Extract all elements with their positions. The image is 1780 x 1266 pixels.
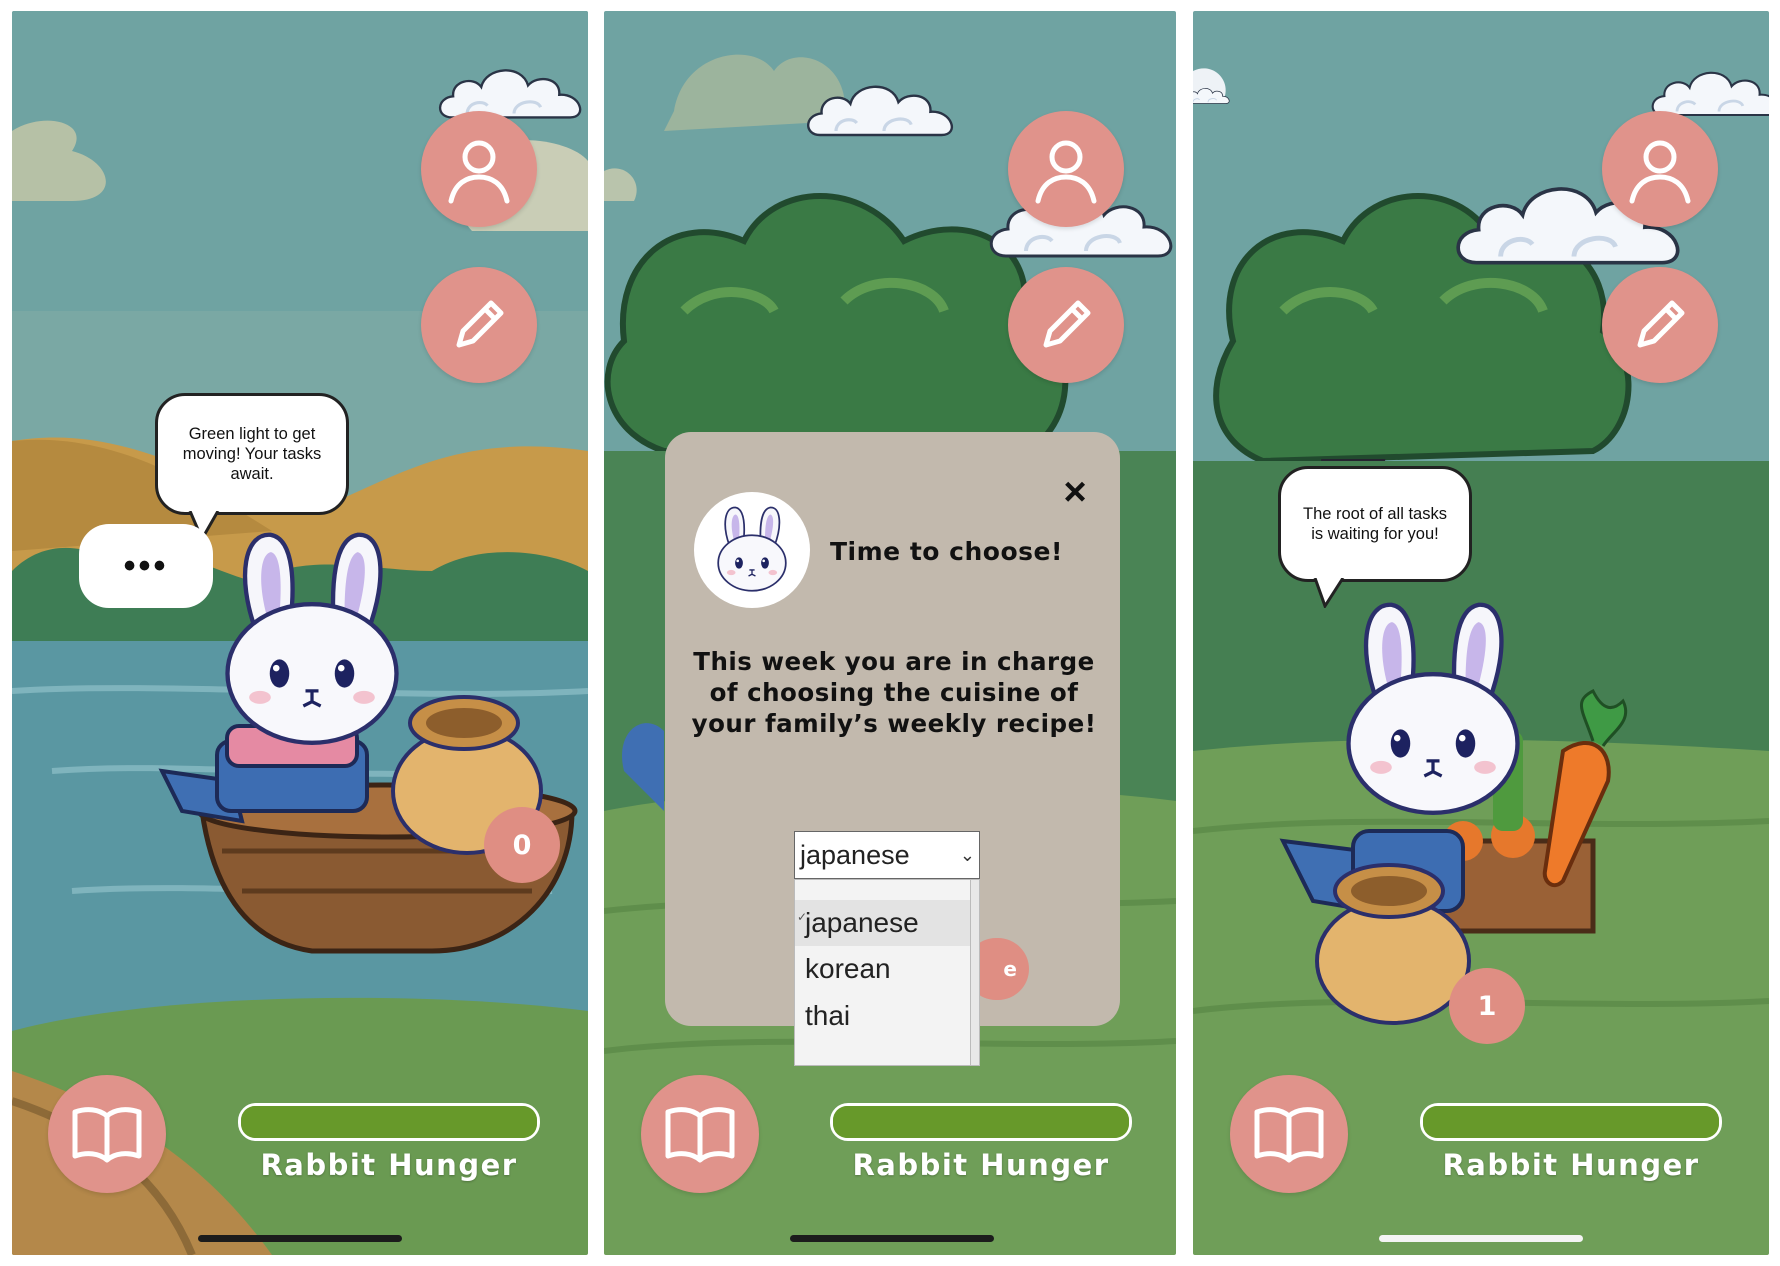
check-icon: ✓ <box>797 910 808 924</box>
cuisine-option-japanese[interactable]: ✓ japanese <box>795 900 973 946</box>
bag-count: 1 <box>1477 990 1497 1022</box>
hunger-bar-fill <box>833 1106 1129 1138</box>
hunger-label: Rabbit Hunger <box>260 1148 518 1182</box>
hunger-bar-fill <box>241 1106 537 1138</box>
user-icon <box>1624 133 1696 205</box>
hunger-bar <box>238 1103 540 1141</box>
screen-1: Green light to get moving! Your tasks aw… <box>12 11 588 1255</box>
close-icon[interactable]: × <box>1055 472 1095 512</box>
dialog-message: This week you are in charge of choosing … <box>691 647 1097 738</box>
journal-button[interactable] <box>641 1075 759 1193</box>
bag-count-badge: 0 <box>484 807 560 883</box>
cuisine-option-label: korean <box>805 953 891 984</box>
hunger-bar-fill <box>1423 1106 1719 1138</box>
screen-3: The root of all tasks is waiting for you… <box>1193 11 1769 1255</box>
confirm-button-label: e <box>1003 957 1017 981</box>
hunger-bar <box>830 1103 1132 1141</box>
hunger-label: Rabbit Hunger <box>1442 1148 1700 1182</box>
speech-text: Green light to get moving! Your tasks aw… <box>182 425 322 483</box>
chevron-down-icon: ⌄ <box>959 845 975 865</box>
book-icon <box>1249 1094 1329 1174</box>
user-icon <box>443 133 515 205</box>
book-icon <box>660 1094 740 1174</box>
dialog-title: Time to choose! <box>830 537 1063 566</box>
book-icon <box>67 1094 147 1174</box>
cuisine-select-value: japanese <box>800 840 910 870</box>
options-scrollbar[interactable] <box>970 880 979 1065</box>
speech-text: The root of all tasks is waiting for you… <box>1303 505 1447 543</box>
profile-button[interactable] <box>421 111 537 227</box>
edit-button[interactable] <box>1008 267 1124 383</box>
bag-count-badge: 1 <box>1449 968 1525 1044</box>
cuisine-option-label: japanese <box>805 907 919 938</box>
home-indicator[interactable] <box>790 1235 994 1242</box>
screen-2: Time to choose! × This week you are in c… <box>604 11 1176 1255</box>
bag-count: 0 <box>512 829 532 861</box>
journal-button[interactable] <box>1230 1075 1348 1193</box>
home-indicator[interactable] <box>198 1235 402 1242</box>
cuisine-select[interactable]: japanese ⌄ <box>794 831 980 879</box>
hunger-label: Rabbit Hunger <box>852 1148 1110 1182</box>
profile-button[interactable] <box>1008 111 1124 227</box>
user-icon <box>1030 133 1102 205</box>
cuisine-option-thai[interactable]: thai <box>795 993 973 1039</box>
profile-button[interactable] <box>1602 111 1718 227</box>
cloud-decoration <box>1193 71 1233 121</box>
speech-bubble-tail <box>1313 578 1345 608</box>
speech-bubble: The root of all tasks is waiting for you… <box>1278 466 1472 582</box>
speech-bubble: Green light to get moving! Your tasks aw… <box>155 393 349 515</box>
bunny-avatar-image <box>708 498 796 602</box>
bunny-avatar <box>694 492 810 608</box>
edit-button[interactable] <box>1602 267 1718 383</box>
thinking-bubble: ••• <box>79 524 213 608</box>
edit-button[interactable] <box>421 267 537 383</box>
cuisine-options-list: ✓ japanese korean thai <box>794 879 980 1066</box>
pencil-icon <box>443 289 515 361</box>
cuisine-option-korean[interactable]: korean <box>795 946 973 992</box>
pencil-icon <box>1030 289 1102 361</box>
home-indicator[interactable] <box>1379 1235 1583 1242</box>
journal-button[interactable] <box>48 1075 166 1193</box>
cloud-decoration <box>804 71 964 151</box>
hunger-bar <box>1420 1103 1722 1141</box>
cuisine-option-label: thai <box>805 1000 851 1031</box>
pencil-icon <box>1624 289 1696 361</box>
thinking-dots: ••• <box>123 547 169 585</box>
